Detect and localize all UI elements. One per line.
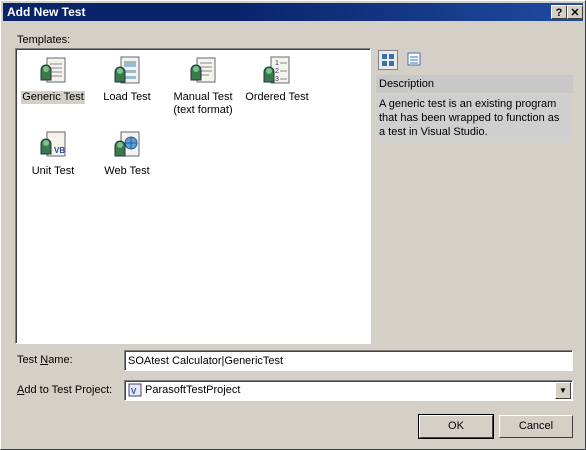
test-name-label: Test Name: bbox=[17, 354, 73, 366]
generic-test-icon bbox=[40, 57, 66, 83]
template-unit-test[interactable]: VB Unit Test bbox=[16, 129, 90, 178]
svg-text:1: 1 bbox=[275, 60, 279, 67]
test-name-input[interactable] bbox=[124, 350, 573, 371]
project-icon: V bbox=[128, 383, 142, 397]
close-button[interactable]: ✕ bbox=[567, 5, 583, 19]
template-manual-test[interactable]: Manual Test (text format) bbox=[166, 55, 240, 117]
cancel-button[interactable]: Cancel bbox=[499, 415, 573, 438]
description-header: Description bbox=[376, 75, 573, 93]
ordered-test-icon: 1 2 3 bbox=[263, 56, 290, 84]
template-load-test[interactable]: Load Test bbox=[90, 55, 164, 104]
small-icons-icon bbox=[407, 52, 421, 66]
template-label: Unit Test bbox=[31, 165, 75, 177]
chevron-down-icon[interactable]: ▼ bbox=[555, 382, 571, 399]
template-list[interactable]: Generic Test Load Test Manual Test (text … bbox=[15, 48, 371, 344]
template-generic-test[interactable]: Generic Test bbox=[16, 55, 90, 104]
title-bar[interactable]: Add New Test ? ✕ bbox=[3, 3, 583, 21]
template-label: Manual Test (text format) bbox=[173, 91, 233, 116]
description-panel: Description A generic test is an existin… bbox=[373, 48, 573, 344]
ok-button[interactable]: OK bbox=[418, 414, 494, 439]
dialog-title: Add New Test bbox=[7, 5, 86, 19]
template-label: Web Test bbox=[104, 165, 150, 177]
load-test-icon bbox=[114, 56, 140, 84]
templates-label: Templates: bbox=[17, 34, 71, 46]
small-icons-view-button[interactable] bbox=[405, 50, 425, 70]
web-test-icon bbox=[114, 131, 140, 157]
large-icons-icon bbox=[382, 54, 394, 66]
large-icons-view-button[interactable] bbox=[378, 50, 398, 70]
template-label: Generic Test bbox=[21, 91, 85, 104]
template-label: Ordered Test bbox=[245, 91, 309, 103]
unit-test-icon: VB bbox=[40, 131, 66, 157]
description-text: A generic test is an existing program th… bbox=[376, 95, 571, 141]
svg-text:3: 3 bbox=[275, 76, 279, 83]
add-to-project-label: Add to Test Project: bbox=[17, 384, 113, 396]
svg-text:VB: VB bbox=[54, 146, 65, 155]
template-ordered-test[interactable]: 1 2 3 Ordered Test bbox=[240, 55, 314, 104]
add-new-test-dialog: Add New Test ? ✕ Templates: Generic Test bbox=[0, 0, 586, 450]
project-value: ParasoftTestProject bbox=[145, 384, 241, 396]
view-toolbar bbox=[373, 48, 573, 72]
help-button[interactable]: ? bbox=[551, 5, 567, 19]
manual-test-icon bbox=[190, 57, 216, 83]
svg-text:V: V bbox=[131, 387, 137, 396]
test-project-dropdown[interactable]: V ParasoftTestProject ▼ bbox=[124, 380, 573, 401]
svg-text:2: 2 bbox=[275, 68, 279, 75]
template-web-test[interactable]: Web Test bbox=[90, 129, 164, 178]
template-label: Load Test bbox=[103, 91, 151, 103]
